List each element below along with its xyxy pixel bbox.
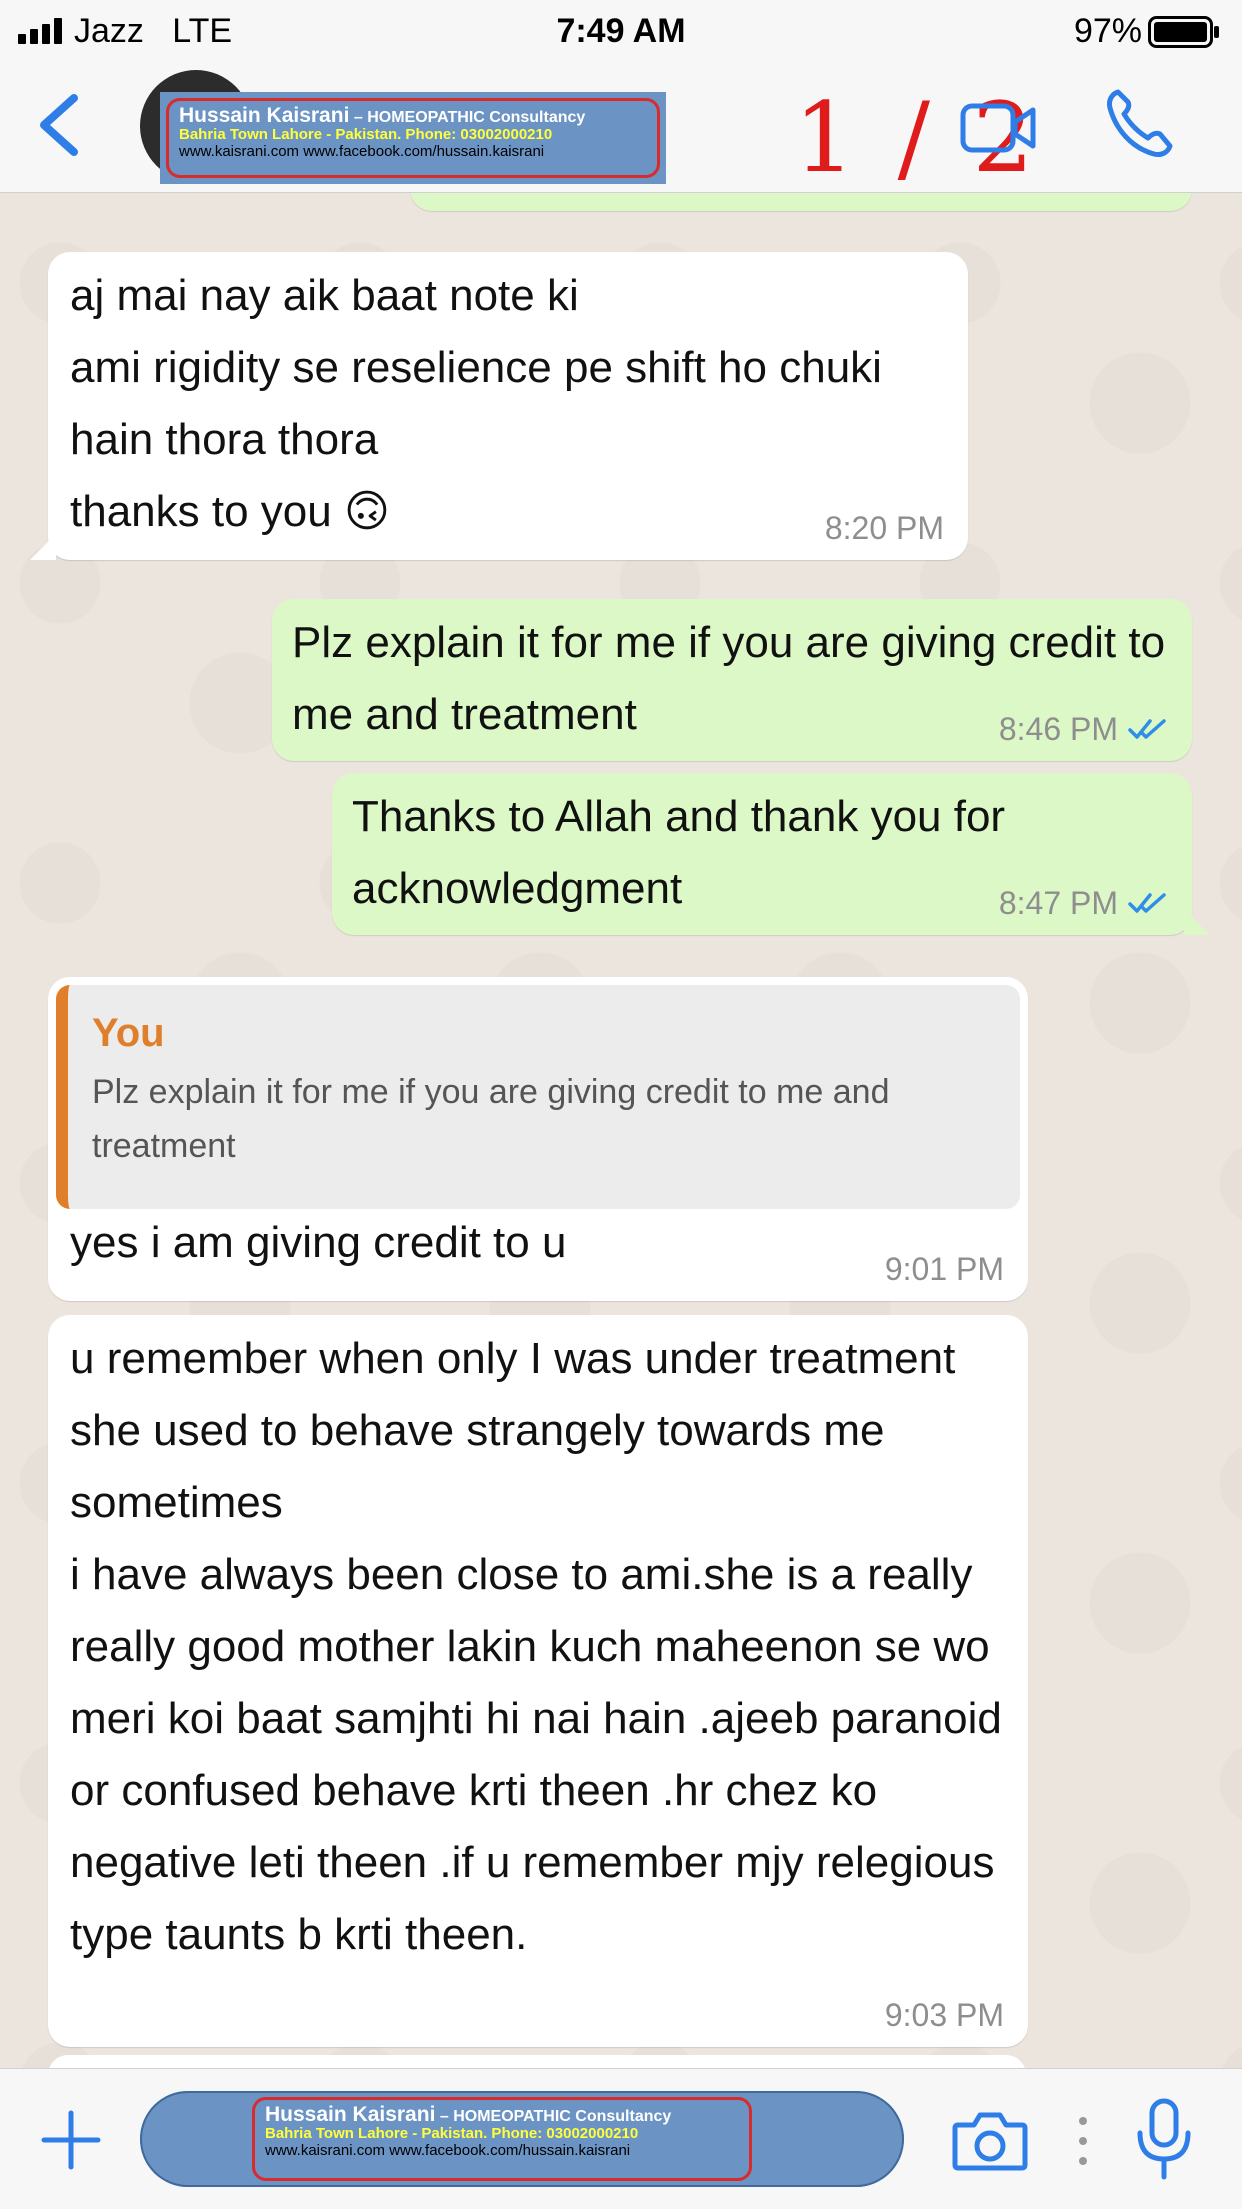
bubble-tail — [1184, 909, 1210, 935]
banner-line-3: www.kaisrani.com www.facebook.com/hussai… — [179, 142, 545, 160]
status-bar: Jazz LTE 7:49 AM 97% — [0, 0, 1242, 60]
banner-suffix: – HOMEOPATHIC Consultancy — [435, 2108, 672, 2125]
banner-name: Hussain Kaisrani — [265, 2103, 436, 2126]
previous-message-peek — [410, 193, 1192, 211]
camera-icon[interactable] — [952, 2111, 1028, 2171]
message-bubble-outgoing[interactable]: Plz explain it for me if you are giving … — [272, 599, 1192, 761]
message-time: 8:20 PM — [824, 510, 944, 546]
quoted-message[interactable]: You Plz explain it for me if you are giv… — [56, 985, 1020, 1209]
footer-banner-line-3: www.kaisrani.com www.facebook.com/hussai… — [265, 2141, 631, 2159]
back-arrow-icon[interactable] — [30, 90, 90, 160]
message-time: 8:47 PM — [998, 885, 1118, 921]
composer-bar: Hussain Kaisrani – HOMEOPATHIC Consultan… — [0, 2068, 1242, 2209]
phone-call-icon[interactable] — [1104, 86, 1174, 160]
message-time: 9:01 PM — [884, 1251, 1004, 1287]
banner-suffix: – HOMEOPATHIC Consultancy — [349, 109, 586, 126]
video-call-icon[interactable] — [960, 100, 1036, 156]
double-check-read-icon — [1128, 893, 1166, 913]
message-text: yes i am giving credit to u — [70, 1218, 567, 1267]
message-bubble-incoming-reply[interactable]: You Plz explain it for me if you are giv… — [48, 977, 1028, 1301]
quote-text: Plz explain it for me if you are giving … — [92, 1073, 890, 1165]
next-message-peek — [48, 2055, 1026, 2068]
chat-messages[interactable]: aj mai nay aik baat note ki ami rigidity… — [0, 193, 1242, 2068]
battery-percent: 97% — [1073, 12, 1142, 50]
message-bubble-outgoing[interactable]: Thanks to Allah and thank you for acknow… — [332, 773, 1210, 935]
banner-line-1: Hussain Kaisrani – HOMEOPATHIC Consultan… — [179, 104, 647, 127]
footer-banner-line-2: Bahria Town Lahore - Pakistan. Phone: 03… — [265, 2125, 639, 2143]
microphone-icon[interactable] — [1134, 2097, 1194, 2183]
watermark-banner: Hussain Kaisrani – HOMEOPATHIC Consultan… — [160, 92, 666, 184]
message-bubble-incoming[interactable]: aj mai nay aik baat note ki ami rigidity… — [30, 252, 968, 560]
quote-author: You — [92, 1011, 165, 1055]
status-time: 7:49 AM — [556, 12, 686, 50]
banner-line-2: Bahria Town Lahore - Pakistan. Phone: 03… — [179, 126, 553, 144]
chat-header: Hussain Kaisrani – HOMEOPATHIC Consultan… — [0, 60, 1242, 194]
message-bubble-incoming[interactable]: u remember when only I was under treatme… — [48, 1315, 1028, 2047]
bubble-tail — [30, 534, 56, 560]
message-text: u remember when only I was under treatme… — [70, 1334, 1002, 1959]
message-text: aj mai nay aik baat note ki ami rigidity… — [70, 271, 882, 536]
battery-icon — [1148, 16, 1219, 48]
more-dots-icon[interactable] — [1076, 2113, 1090, 2169]
watermark-banner-footer: Hussain Kaisrani – HOMEOPATHIC Consultan… — [252, 2097, 752, 2181]
message-time: 8:46 PM — [998, 711, 1118, 747]
double-check-read-icon — [1128, 719, 1166, 739]
message-time: 9:03 PM — [884, 1997, 1004, 2033]
plus-icon[interactable] — [40, 2109, 102, 2171]
footer-banner-line-1: Hussain Kaisrani – HOMEOPATHIC Consultan… — [265, 2103, 739, 2126]
message-input[interactable]: Hussain Kaisrani – HOMEOPATHIC Consultan… — [140, 2091, 904, 2187]
banner-name: Hussain Kaisrani — [179, 104, 350, 127]
